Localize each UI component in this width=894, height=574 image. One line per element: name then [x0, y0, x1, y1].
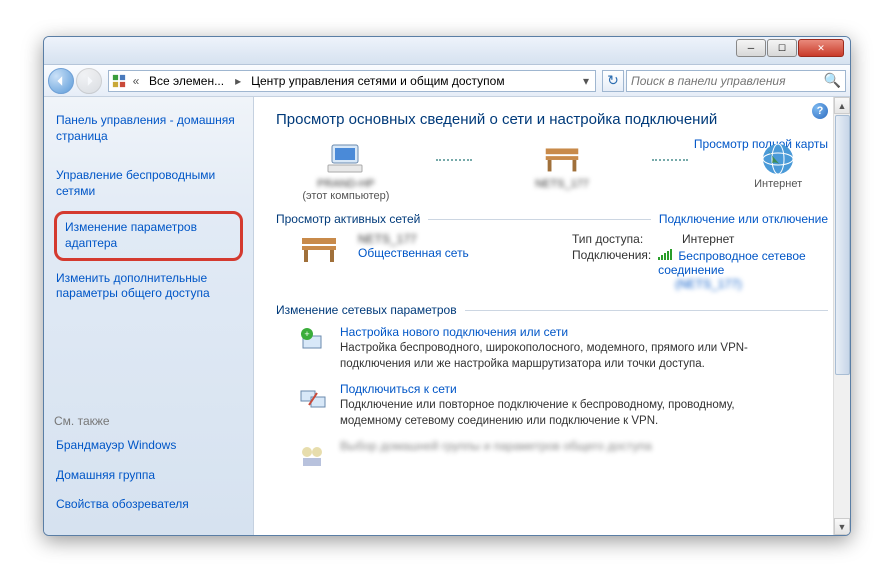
svg-text:+: +: [304, 329, 309, 339]
task-new-connection-link[interactable]: Настройка нового подключения или сети: [340, 325, 780, 339]
breadcrumb-current[interactable]: Центр управления сетями и общим доступом: [247, 71, 510, 91]
window-controls: ─ ☐ ✕: [736, 39, 844, 57]
control-panel-icon: [111, 73, 127, 89]
network-bench-icon: [540, 140, 584, 178]
access-type-label: Тип доступа:: [572, 232, 682, 246]
map-node-network: NETS_177: [512, 140, 612, 190]
change-settings-title: Изменение сетевых параметров: [276, 303, 457, 317]
network-props: Тип доступа: Интернет Подключения: Беспр…: [572, 232, 828, 293]
sidebar-seealso-label: См. также: [54, 414, 243, 428]
active-networks-title: Просмотр активных сетей: [276, 212, 420, 226]
main-pane: ? Просмотр основных сведений о сети и на…: [254, 97, 850, 535]
network-info: NETS_177 Общественная сеть: [358, 232, 558, 260]
navbar: « Все элемен... ▸ Центр управления сетям…: [44, 65, 850, 97]
task-homegroup-link[interactable]: Выбор домашней группы и параметров общег…: [340, 439, 652, 453]
scrollbar[interactable]: ▲ ▼: [833, 97, 850, 535]
network-map: PRAND-HP (этот компьютер) NETS_177 Интер…: [296, 140, 828, 202]
active-networks-header: Просмотр активных сетей Подключение или …: [276, 212, 828, 226]
sidebar-link-firewall[interactable]: Брандмауэр Windows: [54, 434, 243, 458]
history-chevron-icon[interactable]: «: [129, 74, 143, 88]
sidebar-link-wireless[interactable]: Управление беспроводными сетями: [54, 164, 243, 203]
scroll-up-button[interactable]: ▲: [834, 97, 850, 114]
map-inet-label: Интернет: [754, 178, 802, 190]
map-pc-sublabel: (этот компьютер): [302, 190, 389, 202]
globe-icon: [756, 140, 800, 178]
map-node-pc: PRAND-HP (этот компьютер): [296, 140, 396, 202]
computer-icon: [324, 140, 368, 178]
titlebar: ─ ☐ ✕: [44, 37, 850, 65]
wifi-signal-icon: [658, 248, 672, 260]
access-type-value: Интернет: [682, 232, 734, 246]
window: ─ ☐ ✕ « Все элемен... ▸ Центр управления…: [43, 36, 851, 536]
map-node-internet: Интернет: [728, 140, 828, 190]
task-homegroup: Выбор домашней группы и параметров общег…: [296, 439, 828, 471]
connect-disconnect-link[interactable]: Подключение или отключение: [659, 212, 828, 226]
chevron-right-icon[interactable]: ▸: [231, 74, 245, 88]
task-new-connection-desc: Настройка беспроводного, широкополосного…: [340, 341, 780, 372]
close-button[interactable]: ✕: [798, 39, 844, 57]
active-network-row: NETS_177 Общественная сеть Тип доступа: …: [296, 232, 828, 293]
sidebar-link-ie[interactable]: Свойства обозревателя: [54, 493, 243, 517]
sidebar-link-home[interactable]: Панель управления - домашняя страница: [54, 109, 243, 148]
map-connector: [436, 159, 472, 161]
back-button[interactable]: [48, 68, 74, 94]
map-pc-label: PRAND-HP: [317, 178, 374, 190]
forward-button[interactable]: [76, 68, 102, 94]
scroll-thumb[interactable]: [835, 115, 850, 375]
network-bench-icon: [296, 232, 344, 270]
network-name: NETS_177: [358, 232, 558, 246]
dropdown-chevron-icon[interactable]: ▾: [579, 74, 593, 88]
sidebar-link-adapter[interactable]: Изменение параметров адаптера: [54, 211, 243, 260]
content-area: Панель управления - домашняя страница Уп…: [44, 97, 850, 535]
homegroup-icon: [296, 439, 328, 471]
search-box[interactable]: 🔍: [626, 70, 846, 92]
maximize-button[interactable]: ☐: [767, 39, 797, 57]
task-connect: Подключиться к сети Подключение или повт…: [296, 382, 828, 429]
connections-label: Подключения:: [572, 248, 658, 291]
connect-network-icon: [296, 382, 328, 414]
network-type-link[interactable]: Общественная сеть: [358, 246, 558, 260]
minimize-button[interactable]: ─: [736, 39, 766, 57]
map-connector: [652, 159, 688, 161]
refresh-icon: ↻: [607, 72, 619, 89]
new-connection-icon: +: [296, 325, 328, 357]
change-settings-header: Изменение сетевых параметров: [276, 303, 828, 317]
map-net-label: NETS_177: [535, 178, 589, 190]
address-bar[interactable]: « Все элемен... ▸ Центр управления сетям…: [108, 70, 596, 92]
connection-link[interactable]: Беспроводное сетевое соединение: [658, 249, 806, 277]
help-icon[interactable]: ?: [812, 103, 828, 119]
breadcrumb-root[interactable]: Все элемен...: [145, 71, 229, 91]
page-title: Просмотр основных сведений о сети и наст…: [276, 111, 828, 128]
task-new-connection: + Настройка нового подключения или сети …: [296, 325, 828, 372]
refresh-button[interactable]: ↻: [602, 70, 624, 92]
sidebar-link-homegroup[interactable]: Домашняя группа: [54, 464, 243, 488]
sidebar-link-sharing[interactable]: Изменить дополнительные параметры общего…: [54, 267, 243, 306]
task-connect-link[interactable]: Подключиться к сети: [340, 382, 780, 396]
search-input[interactable]: [631, 74, 824, 88]
task-connect-desc: Подключение или повторное подключение к …: [340, 398, 780, 429]
connection-sub: (NETS_177): [675, 277, 742, 291]
scroll-down-button[interactable]: ▼: [834, 518, 850, 535]
sidebar: Панель управления - домашняя страница Уп…: [44, 97, 254, 535]
search-icon: 🔍: [824, 72, 841, 89]
